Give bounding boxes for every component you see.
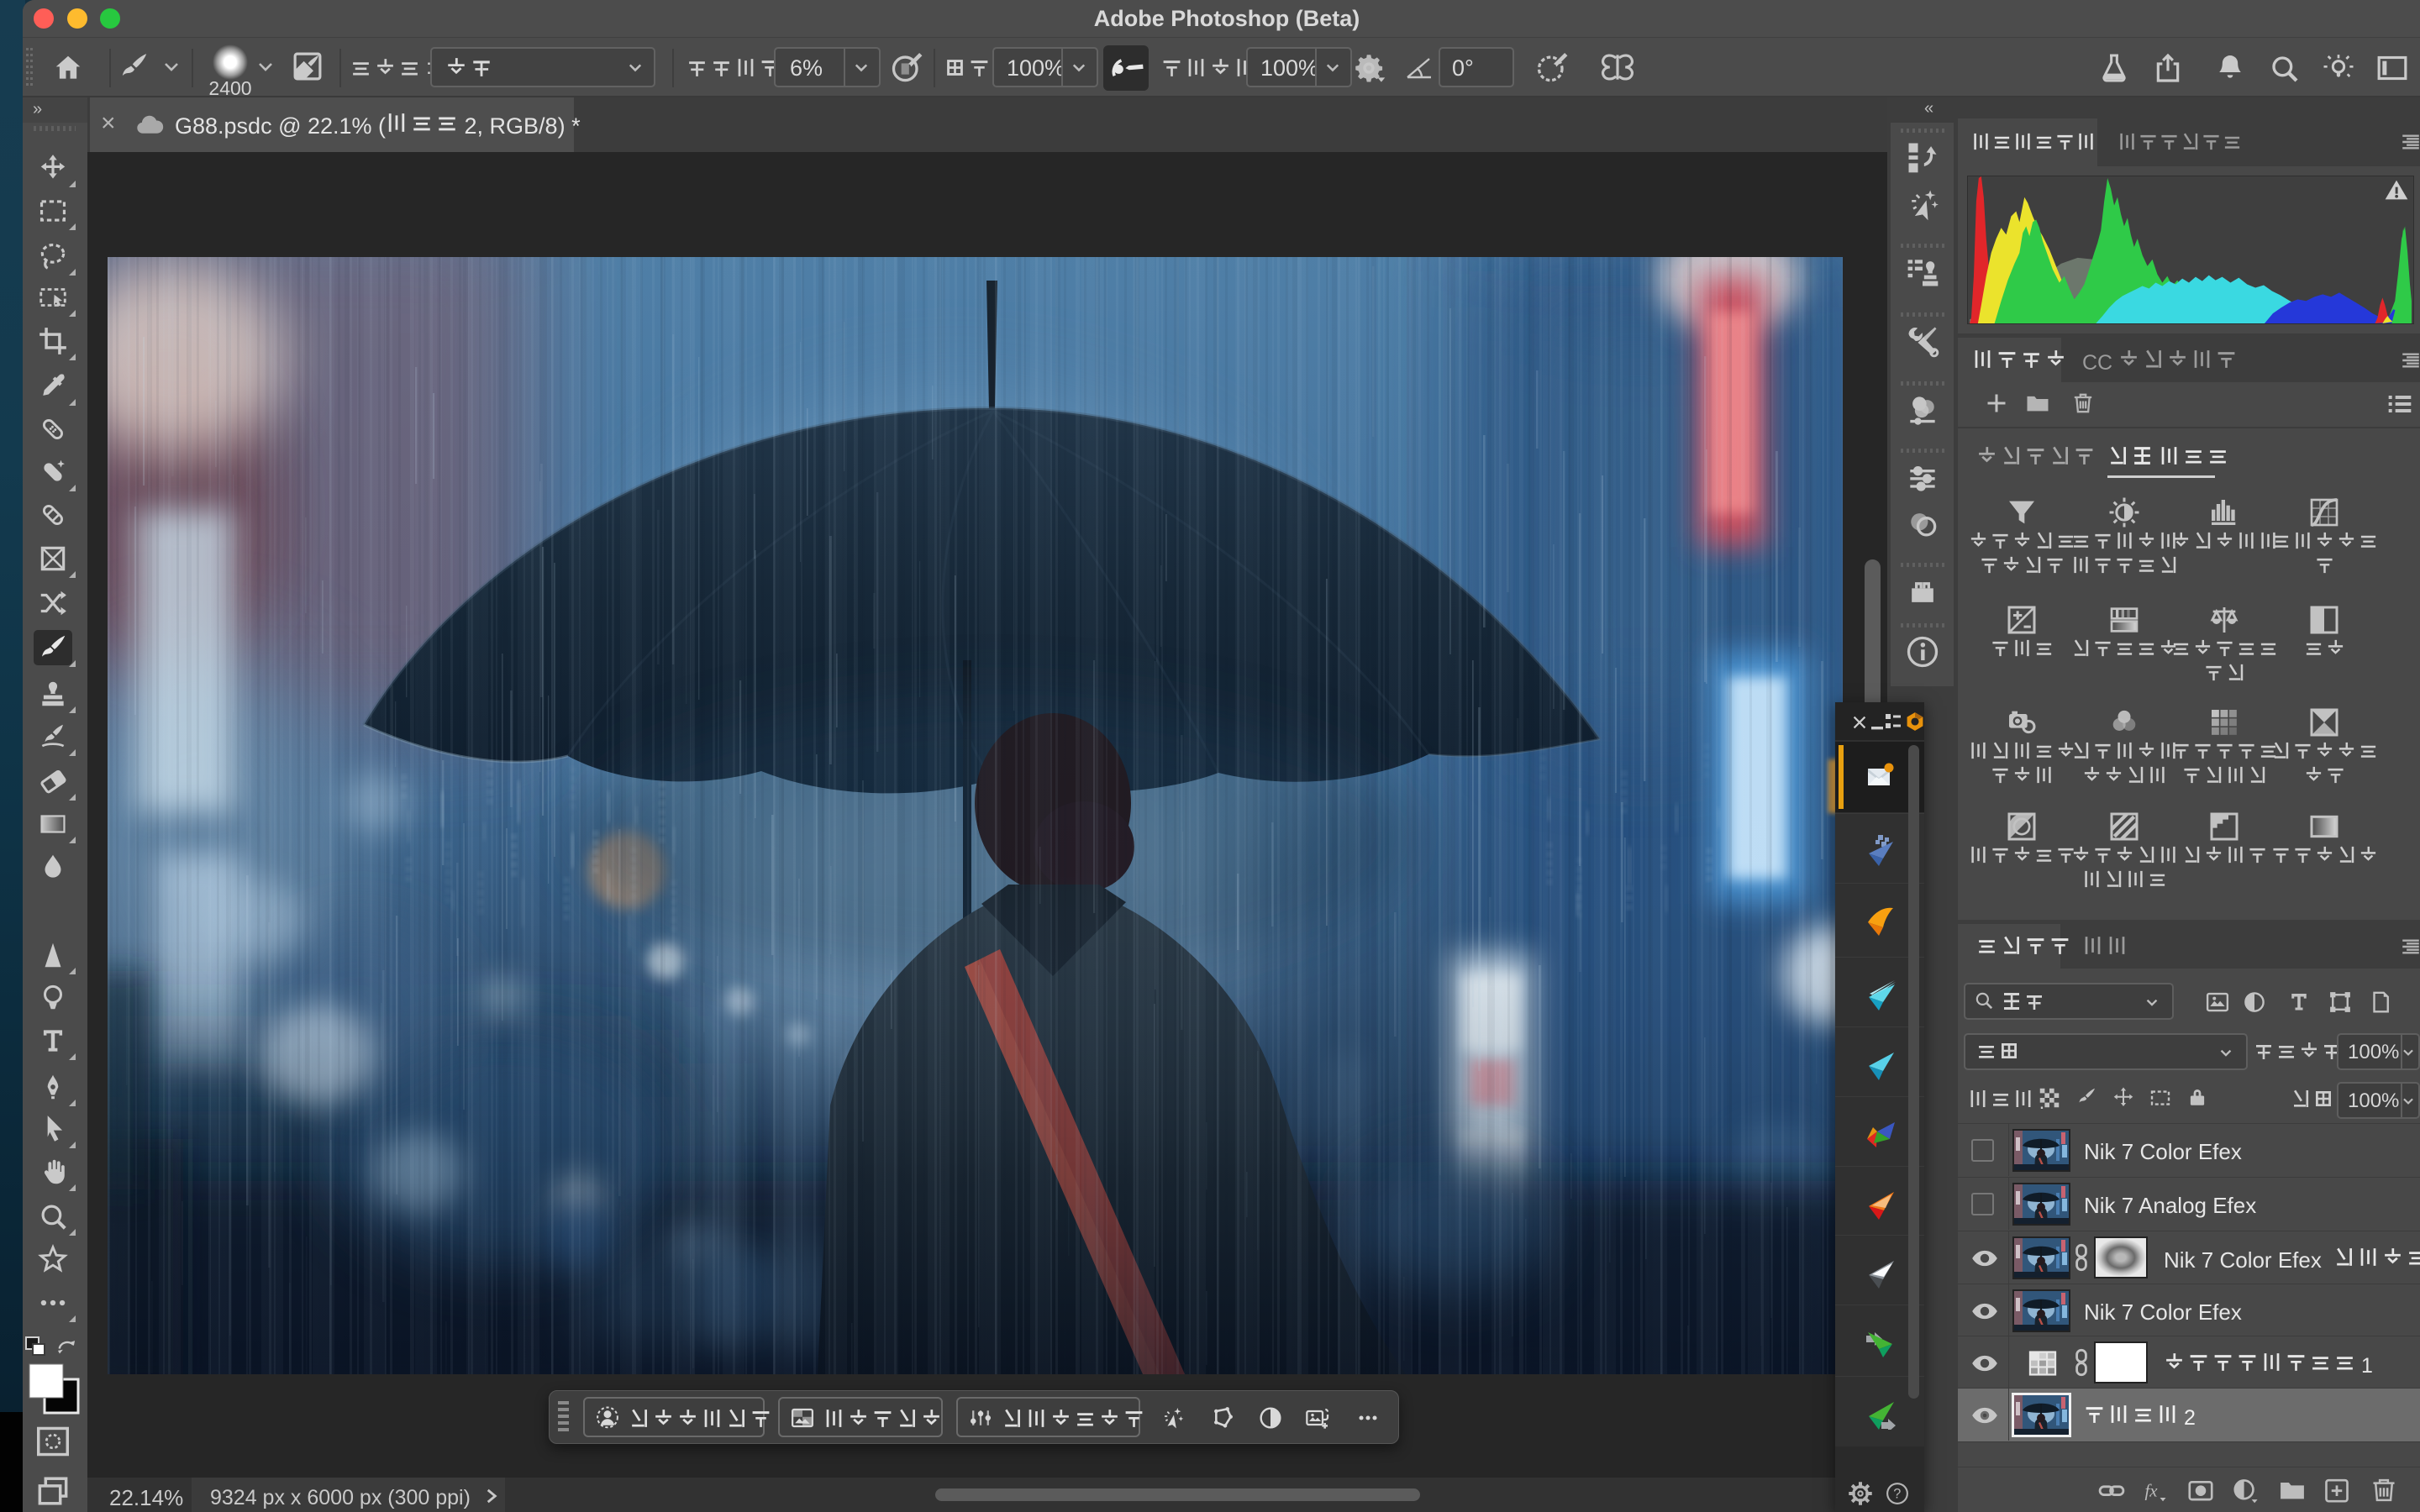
svg-text:?: ?: [1893, 1487, 1901, 1502]
svg-text:fx: fx: [2144, 1481, 2158, 1501]
